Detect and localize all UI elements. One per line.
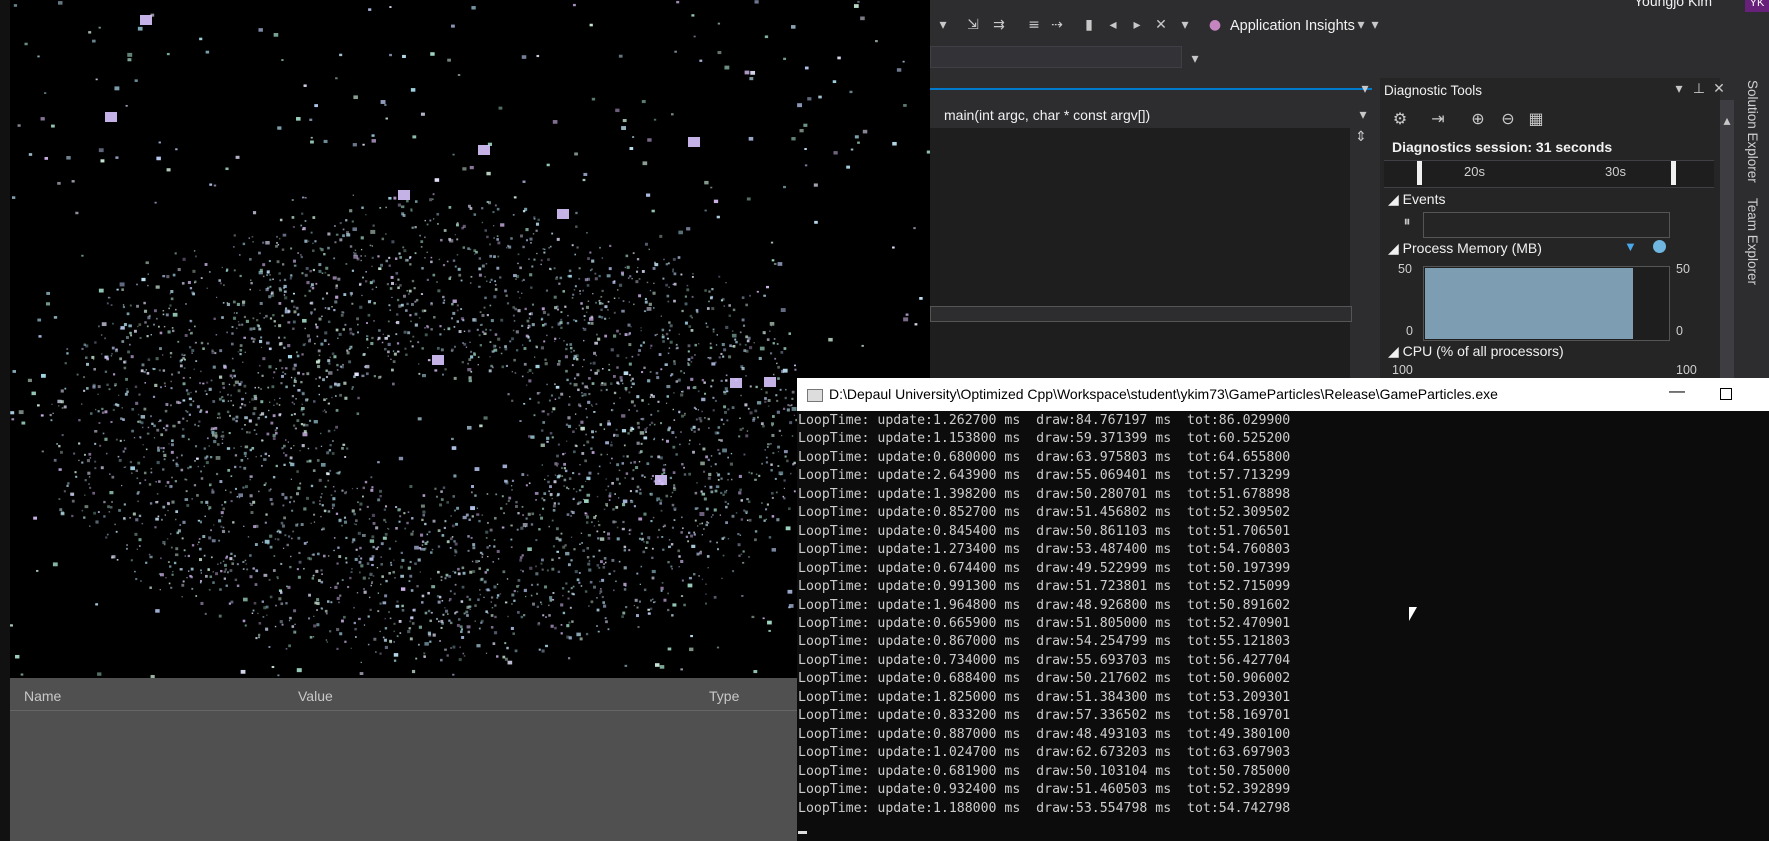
clear-bookmarks-icon[interactable]: ✕ (1152, 16, 1170, 34)
events-track[interactable] (1423, 212, 1670, 238)
panel-dropdown-icon[interactable]: ▾ (1670, 80, 1688, 98)
console-line: LoopTime: update:1.273400 ms draw:53.487… (798, 542, 1291, 558)
export-icon[interactable]: ⇥ (1428, 109, 1448, 129)
comment-icon[interactable]: ⇢ (1048, 16, 1066, 34)
prev-bookmark-icon[interactable]: ◂ (1104, 16, 1122, 34)
lightbulb-icon: ● (1208, 17, 1222, 33)
session-duration: Diagnostics session: 31 seconds (1392, 139, 1613, 155)
memory-section-toggle[interactable]: ◢ Process Memory (MB) (1388, 240, 1542, 257)
console-title: D:\Depaul University\Optimized Cpp\Works… (829, 386, 1498, 402)
console-line: LoopTime: update:0.688400 ms draw:50.217… (798, 671, 1291, 687)
console-line: LoopTime: update:1.262700 ms draw:84.767… (798, 413, 1291, 428)
cpu-axis-top-right: 100 (1676, 363, 1697, 377)
console-line: LoopTime: update:2.643900 ms draw:55.069… (798, 468, 1291, 484)
console-line: LoopTime: update:0.887000 ms draw:48.493… (798, 726, 1291, 742)
mouse-pointer-icon (1409, 607, 1417, 621)
console-app-icon (807, 389, 823, 402)
memory-axis-bottom-right: 0 (1676, 324, 1683, 338)
member-dropdown-icon[interactable]: ▾ (1354, 106, 1372, 124)
cpu-label: CPU (% of all processors) (1402, 343, 1564, 359)
console-line: LoopTime: update:1.153800 ms draw:59.371… (798, 431, 1291, 447)
console-line: LoopTime: update:0.867000 ms draw:54.254… (798, 634, 1291, 650)
reset-view-icon[interactable]: ▦ (1526, 109, 1546, 129)
navigation-combo[interactable] (930, 46, 1182, 68)
tab-solution-explorer[interactable]: Solution Explorer (1745, 80, 1760, 183)
pause-icon[interactable]: ⏸ (1398, 213, 1416, 231)
zoom-in-icon[interactable]: ⊕ (1468, 109, 1488, 129)
combo-dropdown-icon[interactable]: ▾ (1186, 50, 1204, 68)
console-line: LoopTime: update:0.674400 ms draw:49.522… (798, 560, 1291, 576)
diagnostics-scrollbar[interactable] (1720, 100, 1734, 378)
events-label: Events (1402, 191, 1446, 207)
avatar[interactable]: YK (1745, 0, 1769, 12)
console-line: LoopTime: update:0.852700 ms draw:51.456… (798, 505, 1291, 521)
console-line: LoopTime: update:0.845400 ms draw:50.861… (798, 523, 1291, 539)
zoom-out-icon[interactable]: ⊖ (1498, 109, 1518, 129)
events-section-toggle[interactable]: ◢ Events (1388, 191, 1445, 208)
console-line: LoopTime: update:0.681900 ms draw:50.103… (798, 763, 1291, 779)
tab-dropdown-icon[interactable]: ▾ (1356, 80, 1374, 98)
tab-team-explorer[interactable]: Team Explorer (1745, 198, 1760, 285)
memory-axis-top-left: 50 (1398, 262, 1412, 276)
timeline-start-handle[interactable] (1417, 161, 1422, 185)
snapshot-marker-icon: ▼ (1624, 239, 1637, 254)
minimize-button[interactable]: — (1667, 383, 1687, 403)
member-label: main(int argc, char * const argv[]) (944, 107, 1151, 123)
cpu-axis-top-left: 100 (1392, 363, 1413, 377)
column-name[interactable]: Name (24, 688, 61, 704)
memory-label: Process Memory (MB) (1402, 240, 1542, 256)
scroll-up-icon[interactable]: ▴ (1718, 112, 1736, 130)
editor-scrollbar[interactable] (1350, 128, 1372, 378)
dropdown-arrow-icon[interactable]: ▾ (934, 16, 952, 34)
split-icon[interactable]: ⇕ (1352, 128, 1370, 146)
column-type[interactable]: Type (709, 688, 739, 704)
console-line: LoopTime: update:0.991300 ms draw:51.723… (798, 579, 1291, 595)
timeline-end-handle[interactable] (1671, 161, 1676, 185)
console-line: LoopTime: update:0.833200 ms draw:57.336… (798, 708, 1291, 724)
step-over-icon[interactable]: ⇉ (990, 16, 1008, 34)
application-insights-button[interactable]: Application Insights (1230, 18, 1355, 34)
column-value[interactable]: Value (298, 688, 333, 704)
next-bookmark-icon[interactable]: ▸ (1128, 16, 1146, 34)
step-into-icon[interactable]: ⇲ (964, 16, 982, 34)
toolbar-overflow-icon[interactable]: ▾ (1366, 16, 1384, 34)
settings-icon[interactable]: ⚙ (1390, 109, 1410, 129)
diagnostic-tools-title: Diagnostic Tools (1384, 83, 1483, 98)
code-editor[interactable] (930, 128, 1350, 378)
console-line: LoopTime: update:1.964800 ms draw:48.926… (798, 597, 1291, 613)
cpu-section-toggle[interactable]: ◢ CPU (% of all processors) (1388, 343, 1564, 360)
user-name[interactable]: Youngjo Kim (1634, 0, 1712, 9)
window-edge (0, 0, 10, 841)
memory-axis-bottom-left: 0 (1406, 324, 1413, 338)
text-cursor (798, 831, 807, 834)
console-line: LoopTime: update:0.734000 ms draw:55.693… (798, 652, 1291, 668)
toolbar-options-icon[interactable]: ▾ (1176, 16, 1194, 34)
particle-field (10, 0, 930, 678)
indent-icon[interactable]: ≡ (1025, 16, 1043, 34)
console-line: LoopTime: update:0.680000 ms draw:63.975… (798, 449, 1291, 465)
memory-usage-area (1425, 268, 1633, 339)
console-line: LoopTime: update:0.932400 ms draw:51.460… (798, 782, 1291, 798)
editor-horizontal-scrollbar[interactable] (930, 306, 1352, 322)
console-line: LoopTime: update:1.398200 ms draw:50.280… (798, 486, 1291, 502)
console-line: LoopTime: update:0.665900 ms draw:51.805… (798, 615, 1291, 631)
console-output: LoopTime: update:1.262700 ms draw:84.767… (798, 412, 1290, 818)
timeline-ruler[interactable] (1384, 160, 1714, 188)
editor-tab-accent (930, 88, 1372, 90)
pin-icon[interactable]: ⊥ (1690, 80, 1708, 98)
timeline-tick-label: 30s (1605, 164, 1626, 179)
console-line: LoopTime: update:1.825000 ms draw:51.384… (798, 689, 1291, 705)
locals-header (10, 678, 800, 711)
timeline-tick-label: 20s (1464, 164, 1485, 179)
bookmark-icon[interactable]: ▮ (1080, 16, 1098, 34)
console-line: LoopTime: update:1.024700 ms draw:62.673… (798, 745, 1291, 761)
gc-marker-icon (1653, 240, 1666, 253)
close-icon[interactable]: ✕ (1710, 80, 1728, 98)
memory-axis-top-right: 50 (1676, 262, 1690, 276)
console-line: LoopTime: update:1.188000 ms draw:53.554… (798, 800, 1291, 816)
maximize-button[interactable] (1720, 388, 1732, 400)
game-viewport[interactable] (10, 0, 930, 678)
